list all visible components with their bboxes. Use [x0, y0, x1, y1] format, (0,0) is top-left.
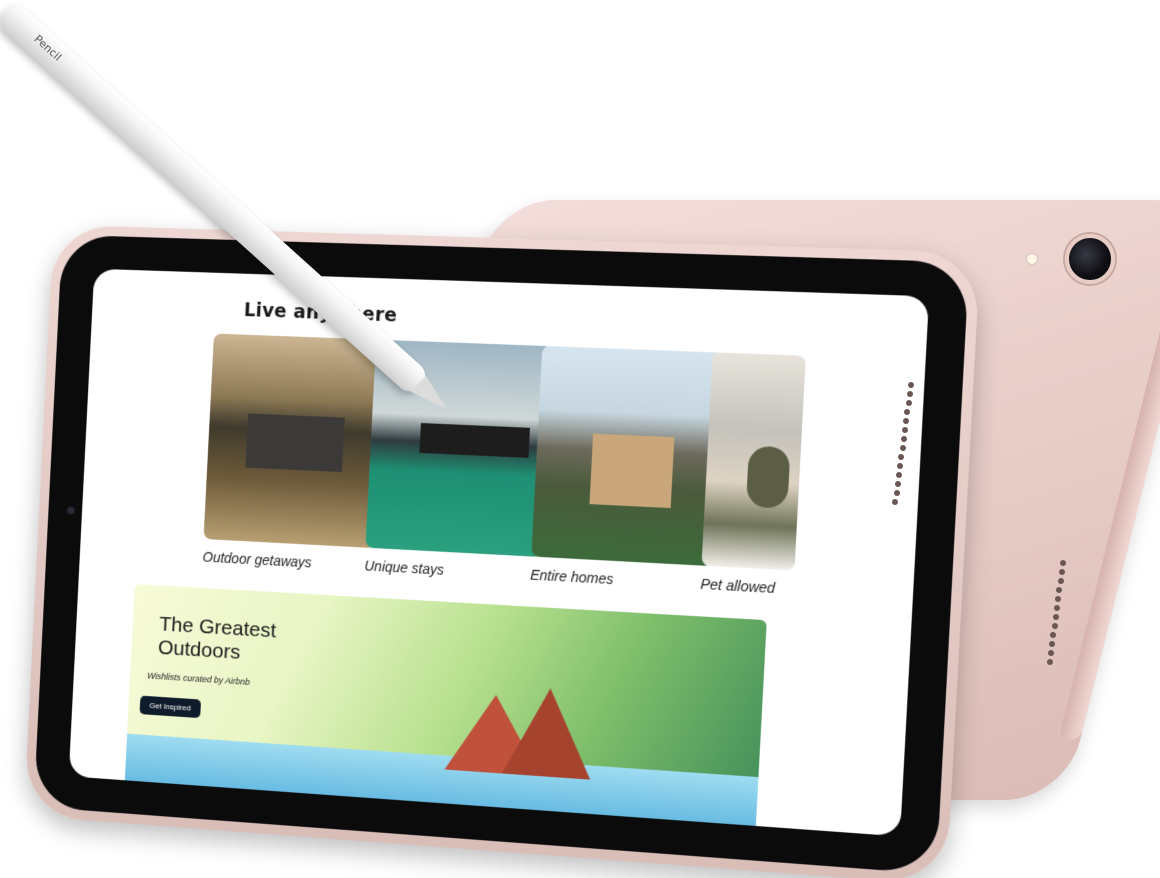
glass-house-image	[419, 423, 531, 458]
category-card-pet-allowed[interactable]	[701, 352, 806, 571]
product-photo: Live anywhere Outdoor getaways Unique st…	[0, 0, 1160, 878]
speaker-grille-dot	[906, 391, 913, 397]
category-card-outdoor-getaways[interactable]	[203, 333, 386, 549]
speaker-grille-dot	[1057, 578, 1064, 584]
speaker-grille-dot	[1052, 614, 1059, 620]
tent-icon	[501, 685, 595, 780]
speaker-grille-dot	[1051, 623, 1058, 629]
speaker-grille-dot	[908, 382, 914, 388]
category-card-entire-homes[interactable]	[531, 345, 724, 567]
ipad-front: Live anywhere Outdoor getaways Unique st…	[23, 224, 981, 878]
house-image	[245, 413, 345, 473]
category-label: Outdoor getaways	[202, 548, 313, 571]
speaker-grille-dot	[893, 490, 900, 496]
category-label: Entire homes	[529, 566, 614, 588]
banner-title: The Greatest Outdoors	[157, 612, 277, 664]
speaker-grille-dot	[1048, 650, 1054, 656]
speaker-grille-dot	[900, 436, 907, 442]
cabin-image	[589, 433, 675, 509]
category-label: Unique stays	[364, 557, 445, 578]
banner-subtitle: Wishlists curated by Airbnb	[146, 670, 251, 688]
rear-camera-icon	[1065, 234, 1115, 284]
get-inspired-button[interactable]: Get Inspired	[139, 695, 201, 719]
speaker-grille-dot	[902, 427, 908, 433]
speaker-grille-dot	[1046, 659, 1053, 665]
speaker-grille-dot	[1054, 605, 1060, 611]
speaker-grille-dot	[1058, 569, 1065, 575]
dog-image	[745, 445, 791, 509]
camera-flash-icon	[1026, 253, 1038, 265]
pencil-engraving: Pencil	[31, 32, 65, 64]
speaker-grille-dot	[1060, 560, 1066, 566]
speaker-grille-dot	[894, 481, 901, 487]
speaker-grille-dot	[896, 472, 902, 478]
speaker-grille-dot	[905, 400, 912, 406]
category-label: Pet allowed	[700, 575, 776, 597]
ipad-screen: Live anywhere Outdoor getaways Unique st…	[68, 268, 930, 837]
speaker-grille-dot	[899, 445, 906, 451]
